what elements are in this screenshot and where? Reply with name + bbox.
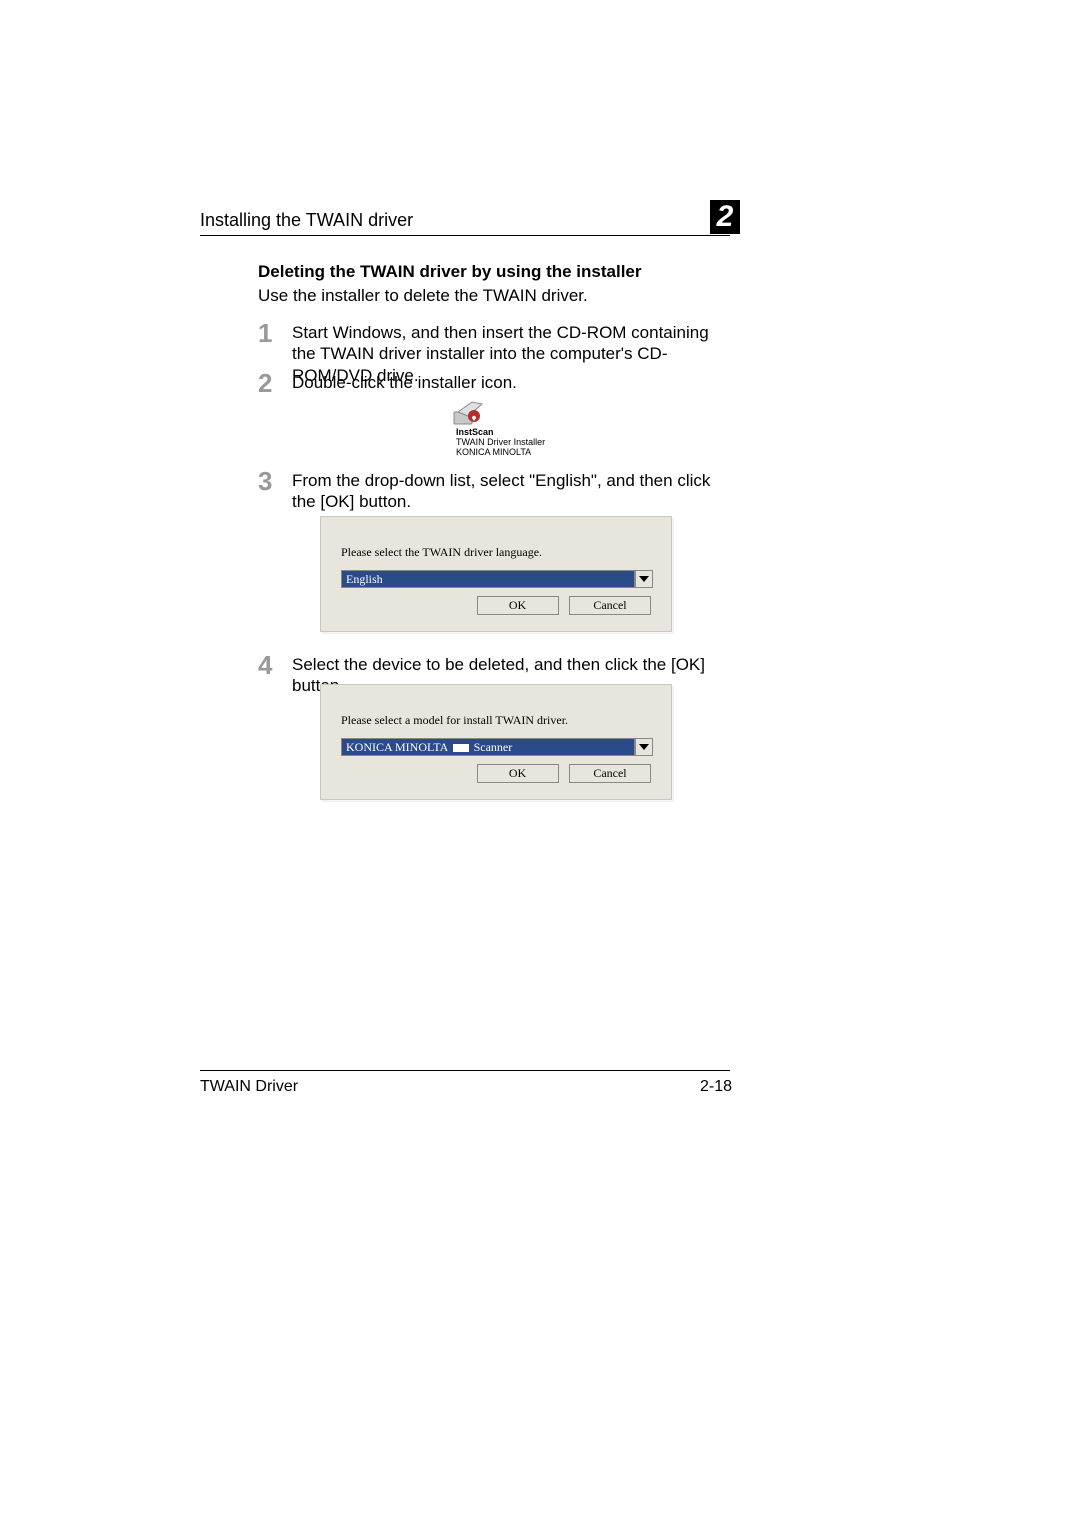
- footer-page-number: 2-18: [700, 1078, 732, 1096]
- chevron-down-icon[interactable]: [635, 738, 653, 756]
- language-dialog-buttons: OK Cancel: [341, 596, 651, 615]
- language-select-value: English: [341, 570, 635, 588]
- header-rule: [200, 235, 730, 236]
- header-section-title: Installing the TWAIN driver: [200, 210, 730, 235]
- step-number-2: 2: [258, 368, 286, 399]
- language-select[interactable]: English: [341, 570, 653, 588]
- document-page: Installing the TWAIN driver 2 Deleting t…: [0, 0, 1080, 1527]
- model-value-suffix: Scanner: [474, 740, 513, 754]
- language-dialog: Please select the TWAIN driver language.…: [320, 516, 672, 632]
- installer-icon-label: InstScan TWAIN Driver Installer KONICA M…: [456, 428, 545, 458]
- installer-icon-figure: InstScan TWAIN Driver Installer KONICA M…: [452, 398, 570, 434]
- step-number-3: 3: [258, 466, 286, 497]
- section-intro: Use the installer to delete the TWAIN dr…: [258, 286, 728, 306]
- chapter-number-badge: 2: [710, 200, 740, 234]
- section-heading: Deleting the TWAIN driver by using the i…: [258, 262, 728, 282]
- model-dialog: Please select a model for install TWAIN …: [320, 684, 672, 800]
- ok-button[interactable]: OK: [477, 596, 559, 615]
- step-number-4: 4: [258, 650, 286, 681]
- step-text-2: Double-click the installer icon.: [292, 372, 727, 393]
- cancel-button[interactable]: Cancel: [569, 764, 651, 783]
- model-select-value: KONICA MINOLTA Scanner: [341, 738, 635, 756]
- footer-doc-title: TWAIN Driver: [200, 1078, 298, 1096]
- installer-line1: InstScan: [456, 427, 494, 437]
- installer-line2: TWAIN Driver Installer: [456, 437, 545, 447]
- ok-button[interactable]: OK: [477, 764, 559, 783]
- step-number-1: 1: [258, 318, 286, 349]
- model-value-prefix: KONICA MINOLTA: [346, 740, 448, 754]
- language-dialog-label: Please select the TWAIN driver language.: [341, 545, 651, 560]
- page-header: Installing the TWAIN driver: [200, 210, 730, 236]
- model-dialog-buttons: OK Cancel: [341, 764, 651, 783]
- footer-rule: [200, 1070, 730, 1071]
- model-select[interactable]: KONICA MINOLTA Scanner: [341, 738, 653, 756]
- cancel-button[interactable]: Cancel: [569, 596, 651, 615]
- chevron-down-icon[interactable]: [635, 570, 653, 588]
- installer-line3: KONICA MINOLTA: [456, 447, 531, 457]
- instscan-icon: [452, 398, 486, 428]
- redacted-model: [451, 740, 471, 754]
- step-text-3: From the drop-down list, select "English…: [292, 470, 727, 513]
- model-dialog-label: Please select a model for install TWAIN …: [341, 713, 651, 728]
